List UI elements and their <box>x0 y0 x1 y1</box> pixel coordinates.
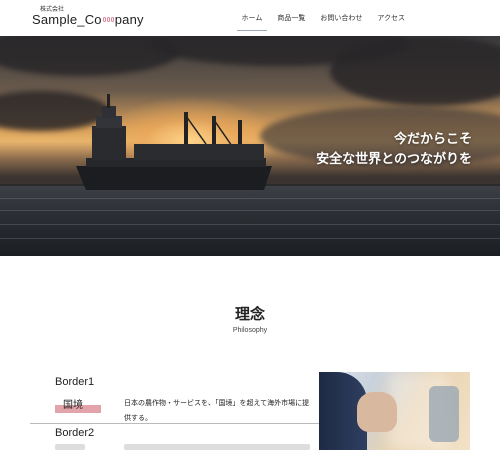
cloud <box>330 36 500 106</box>
sea <box>0 186 500 256</box>
philosophy-subtitle: Philosophy <box>232 327 268 334</box>
nav-home[interactable]: ホーム <box>236 13 268 31</box>
hero-tagline-line1: 今だからこそ <box>393 132 472 147</box>
cargo-ship-image <box>76 94 272 190</box>
section-divider <box>30 423 320 424</box>
logo-text-left: Sample_Co <box>32 12 102 27</box>
hero-tagline-line2: 安全な世界とのつながりを <box>316 152 472 167</box>
business-photo <box>319 372 470 450</box>
main-nav: ホーム 商品一覧 お問い合わせ アクセス <box>236 13 415 31</box>
hero-banner: 今だからこそ 安全な世界とのつながりを <box>0 36 500 256</box>
hero-tagline: 今だからこそ 安全な世界とのつながりを <box>316 130 472 170</box>
cropped-text-placeholder <box>124 444 310 450</box>
border1-tag-label: 国境 <box>63 400 83 411</box>
border2-title: Border2 <box>55 427 95 439</box>
philosophy-title: 理念 <box>234 305 265 323</box>
logo-wordmark: Sample_Co pany <box>32 12 144 27</box>
nav-access[interactable]: アクセス <box>372 13 410 31</box>
nav-contact[interactable]: お問い合わせ <box>315 13 367 31</box>
border1-title: Border1 <box>55 376 95 388</box>
border1-description: 日本の農作物・サービスを、「国境」を超えて海外市場に提供する。 <box>124 399 310 422</box>
logo-text-right: pany <box>114 12 144 27</box>
cropped-text-placeholder <box>55 444 85 450</box>
site-header: 株式会社 Sample_Co pany ホーム 商品一覧 お問い合わせ アクセス <box>0 0 500 36</box>
logo-mark-icon <box>102 17 114 22</box>
border1-tag: 国境 <box>55 396 101 414</box>
nav-products[interactable]: 商品一覧 <box>272 13 310 31</box>
